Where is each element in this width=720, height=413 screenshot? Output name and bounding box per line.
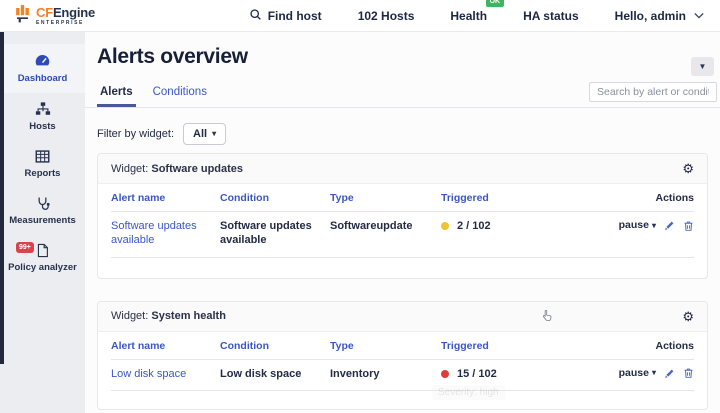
hosts-count-label: 102 Hosts — [358, 9, 415, 23]
health-label: Health — [450, 9, 487, 23]
health-link[interactable]: Health OK — [450, 9, 487, 23]
sidebar-item-label: Hosts — [29, 121, 55, 132]
sidebar-item-hosts[interactable]: Hosts — [0, 93, 85, 141]
col-actions: Actions — [602, 340, 694, 352]
notification-badge: 99+ — [16, 242, 34, 253]
col-triggered[interactable]: Triggered — [441, 192, 599, 204]
brand-edition: ENTERPRISE — [36, 21, 95, 26]
edit-icon[interactable] — [664, 220, 675, 231]
col-condition[interactable]: Condition — [220, 340, 327, 352]
cfengine-logo[interactable]: CFEngine ENTERPRISE — [14, 4, 95, 28]
widget-menu-button[interactable]: ▼ — [691, 57, 714, 76]
col-alert-name[interactable]: Alert name — [111, 192, 217, 204]
widget-header: Widget: Software updates ⚙ — [98, 154, 707, 184]
edit-icon[interactable] — [664, 368, 675, 379]
widget-system-health: Widget: System health ⚙ Alert name Condi… — [97, 301, 708, 410]
ha-status-link[interactable]: HA status — [523, 9, 579, 23]
severity-dot — [441, 370, 449, 378]
filter-row: Filter by widget: All ▾ — [97, 123, 708, 145]
find-host-label: Find host — [268, 9, 322, 23]
hand-cursor-icon — [542, 309, 553, 325]
stethoscope-icon — [35, 196, 50, 211]
user-menu[interactable]: Hello, admin — [615, 9, 704, 23]
find-host-button[interactable]: Find host — [249, 8, 322, 24]
tab-alerts[interactable]: Alerts — [97, 81, 136, 107]
table-header-row: Alert name Condition Type Triggered Acti… — [111, 332, 694, 360]
search-input[interactable] — [589, 82, 717, 102]
sidebar-item-policy-analyzer[interactable]: 99+ Policy analyzer — [0, 235, 85, 282]
col-type[interactable]: Type — [330, 192, 438, 204]
col-alert-name[interactable]: Alert name — [111, 340, 217, 352]
col-actions: Actions — [602, 192, 694, 204]
sidebar-item-dashboard[interactable]: Dashboard — [0, 44, 85, 93]
alert-name-link[interactable]: Low disk space — [111, 367, 217, 381]
brand-name: CFEngine — [36, 6, 95, 19]
condition-cell: Software updates available — [220, 219, 327, 248]
col-triggered[interactable]: Triggered — [441, 340, 599, 352]
gear-icon[interactable]: ⚙ — [682, 162, 694, 175]
top-nav: Find host 102 Hosts Health OK HA status … — [249, 8, 704, 24]
triggered-cell: 2 / 102 — [441, 219, 599, 233]
tab-conditions[interactable]: Conditions — [150, 81, 210, 107]
severity-dot — [441, 222, 449, 230]
caret-down-icon: ▾ — [652, 369, 656, 377]
sidebar-accent-stripe — [0, 32, 4, 364]
alert-name-link[interactable]: Software updates available — [111, 219, 217, 248]
table-row: Software updates available Software upda… — [111, 212, 694, 258]
type-cell: Softwareupdate — [330, 219, 438, 233]
page-title: Alerts overview — [97, 45, 708, 69]
caret-down-icon: ▾ — [212, 130, 216, 138]
ha-status-label: HA status — [523, 9, 579, 23]
widget-title: Widget: Software updates — [111, 163, 243, 175]
pause-dropdown[interactable]: pause▾ — [619, 367, 656, 381]
widget-header: Widget: System health ⚙ — [98, 302, 707, 332]
sidebar-item-label: Dashboard — [18, 73, 68, 84]
alerts-table: Alert name Condition Type Triggered Acti… — [98, 184, 707, 278]
triggered-count: 15 / 102 — [457, 367, 497, 381]
triggered-cell: 15 / 102 — [441, 367, 599, 381]
top-bar: CFEngine ENTERPRISE Find host 102 Hosts … — [0, 0, 720, 32]
filter-value: All — [193, 128, 207, 140]
alerts-table: Alert name Condition Type Triggered Acti… — [98, 332, 707, 409]
sidebar-item-measurements[interactable]: Measurements — [0, 188, 85, 235]
sidebar-item-label: Measurements — [9, 215, 76, 226]
health-ok-badge: OK — [486, 0, 505, 7]
table-row: Low disk space Low disk space Inventory … — [111, 360, 694, 391]
type-cell: Inventory — [330, 367, 438, 381]
cfengine-logo-icon — [14, 4, 31, 28]
main-content: Alerts overview ▼ Alerts Conditions Filt… — [85, 32, 720, 413]
col-type[interactable]: Type — [330, 340, 438, 352]
filter-widget-dropdown[interactable]: All ▾ — [183, 123, 226, 145]
delete-icon[interactable] — [683, 367, 694, 379]
widget-title: Widget: System health — [111, 310, 226, 322]
gear-icon[interactable]: ⚙ — [682, 310, 694, 323]
gauge-icon — [34, 52, 51, 69]
document-icon: 99+ — [36, 243, 49, 258]
search-icon — [249, 8, 262, 24]
user-menu-label: Hello, admin — [615, 9, 686, 23]
filter-label: Filter by widget: — [97, 128, 174, 140]
table-header-row: Alert name Condition Type Triggered Acti… — [111, 184, 694, 212]
caret-down-icon: ▼ — [699, 63, 707, 71]
sidebar-item-label: Reports — [25, 168, 61, 179]
actions-cell: pause▾ — [602, 219, 694, 233]
caret-down-icon: ▾ — [652, 222, 656, 230]
hosts-count-link[interactable]: 102 Hosts — [358, 9, 415, 23]
sidebar-item-label: Policy analyzer — [8, 262, 77, 273]
table-icon — [35, 149, 50, 164]
widget-software-updates: Widget: Software updates ⚙ Alert name Co… — [97, 153, 708, 279]
actions-cell: pause▾ — [602, 367, 694, 381]
delete-icon[interactable] — [683, 220, 694, 232]
triggered-count: 2 / 102 — [457, 219, 491, 233]
sidebar-item-reports[interactable]: Reports — [0, 141, 85, 188]
col-condition[interactable]: Condition — [220, 192, 327, 204]
sidebar: Dashboard Hosts Reports Measurements 99+ — [0, 32, 85, 413]
sitemap-icon — [35, 101, 51, 117]
condition-cell: Low disk space — [220, 367, 327, 381]
chevron-down-icon — [694, 12, 704, 19]
pause-dropdown[interactable]: pause▾ — [619, 219, 656, 233]
